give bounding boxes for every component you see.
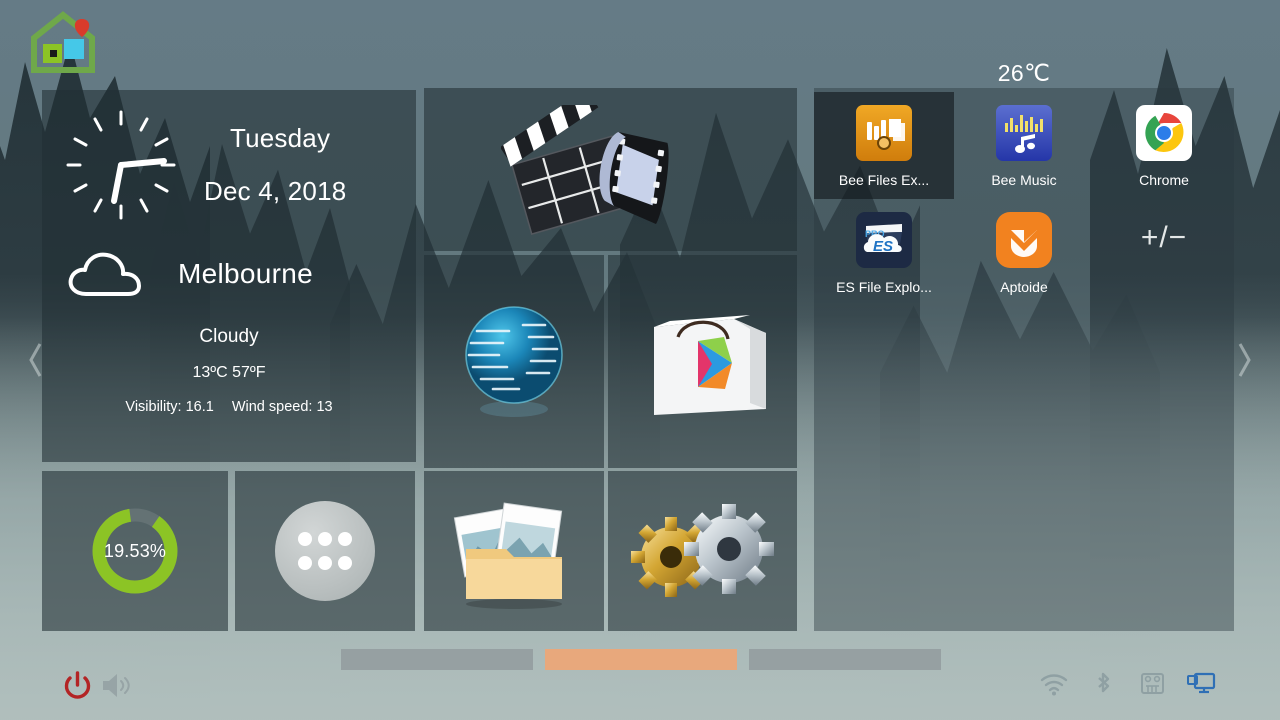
movie-clapperboard-filmstrip-icon [500, 104, 669, 235]
app-label: Chrome [1139, 172, 1189, 188]
settings-tile[interactable] [608, 471, 797, 631]
store-tile[interactable] [608, 255, 797, 468]
wifi-icon[interactable] [1039, 670, 1069, 698]
app-bee-files-explorer[interactable]: Bee Files Ex... [814, 92, 954, 199]
app-es-file-explorer[interactable]: PRO ES ES File Explo... [814, 199, 954, 306]
aptoide-icon [996, 212, 1052, 268]
chevron-right-icon[interactable] [1236, 342, 1252, 378]
chrome-icon [1136, 105, 1192, 161]
weather-city: Melbourne [178, 258, 314, 289]
weather-day: Tuesday [230, 122, 331, 153]
app-label: Bee Files Ex... [838, 172, 930, 188]
home-launcher-icon[interactable] [28, 8, 98, 74]
display-icon[interactable] [1186, 670, 1216, 698]
page-indicator[interactable] [341, 649, 941, 670]
power-button[interactable] [62, 670, 93, 701]
app-aptoide[interactable]: Aptoide [954, 199, 1094, 306]
apps-grid-icon [275, 501, 375, 601]
weather-clock-widget[interactable]: Tuesday Dec 4, 2018 Melbourne Cloudy 13º… [42, 90, 416, 462]
app-label: ES File Explo... [836, 279, 932, 295]
status-bar [1039, 670, 1216, 698]
bluetooth-icon[interactable] [1088, 670, 1118, 698]
gallery-photos-folder-icon [453, 502, 563, 609]
svg-text:ES: ES [873, 238, 893, 255]
volume-button[interactable] [101, 672, 132, 699]
weather-condition: Cloudy [199, 326, 259, 347]
weather-visibility: Visibility: 16.1 [125, 399, 214, 415]
weather-temperature: 13ºC 57ºF [192, 364, 266, 381]
settings-gears-icon [630, 504, 774, 597]
gallery-tile[interactable] [424, 471, 604, 631]
apps-grid: Bee Files Ex... Bee Music Chrome PRO ES … [814, 88, 1234, 338]
cloud-icon [68, 252, 141, 296]
page-indicator-2[interactable] [545, 649, 737, 670]
app-label: Bee Music [991, 172, 1057, 188]
app-chrome[interactable]: Chrome [1094, 92, 1234, 199]
launcher-home-screen: Tuesday Dec 4, 2018 Melbourne Cloudy 13º… [0, 0, 1280, 720]
analog-clock-icon [66, 110, 176, 220]
weather-date: Dec 4, 2018 [204, 176, 347, 206]
globe-browser-icon [465, 305, 563, 417]
bee-music-icon [996, 105, 1052, 161]
es-file-explorer-icon: PRO ES [856, 212, 912, 268]
app-bee-music[interactable]: Bee Music [954, 92, 1094, 199]
battery-widget[interactable]: 19.53% [42, 471, 228, 631]
video-tile[interactable] [424, 88, 797, 251]
all-apps-button[interactable] [235, 471, 415, 631]
add-remove-label: +/− [1140, 221, 1188, 254]
weather-wind-speed: Wind speed: 13 [231, 399, 333, 415]
app-label: Aptoide [1000, 279, 1048, 295]
add-remove-apps-button[interactable]: +/− [1094, 199, 1234, 306]
weather-extra-stats: Visibility: 16.1 Wind speed: 13 [42, 399, 416, 415]
play-store-bag-icon [653, 314, 766, 415]
bee-files-explorer-icon [856, 105, 912, 161]
page-indicator-3[interactable] [749, 649, 941, 670]
battery-percent-label: 19.53% [103, 540, 167, 561]
temperature-badge: 26℃ [997, 60, 1051, 86]
page-indicator-1[interactable] [341, 649, 533, 670]
browser-tile[interactable] [424, 255, 604, 468]
sd-card-icon[interactable] [1137, 670, 1167, 698]
